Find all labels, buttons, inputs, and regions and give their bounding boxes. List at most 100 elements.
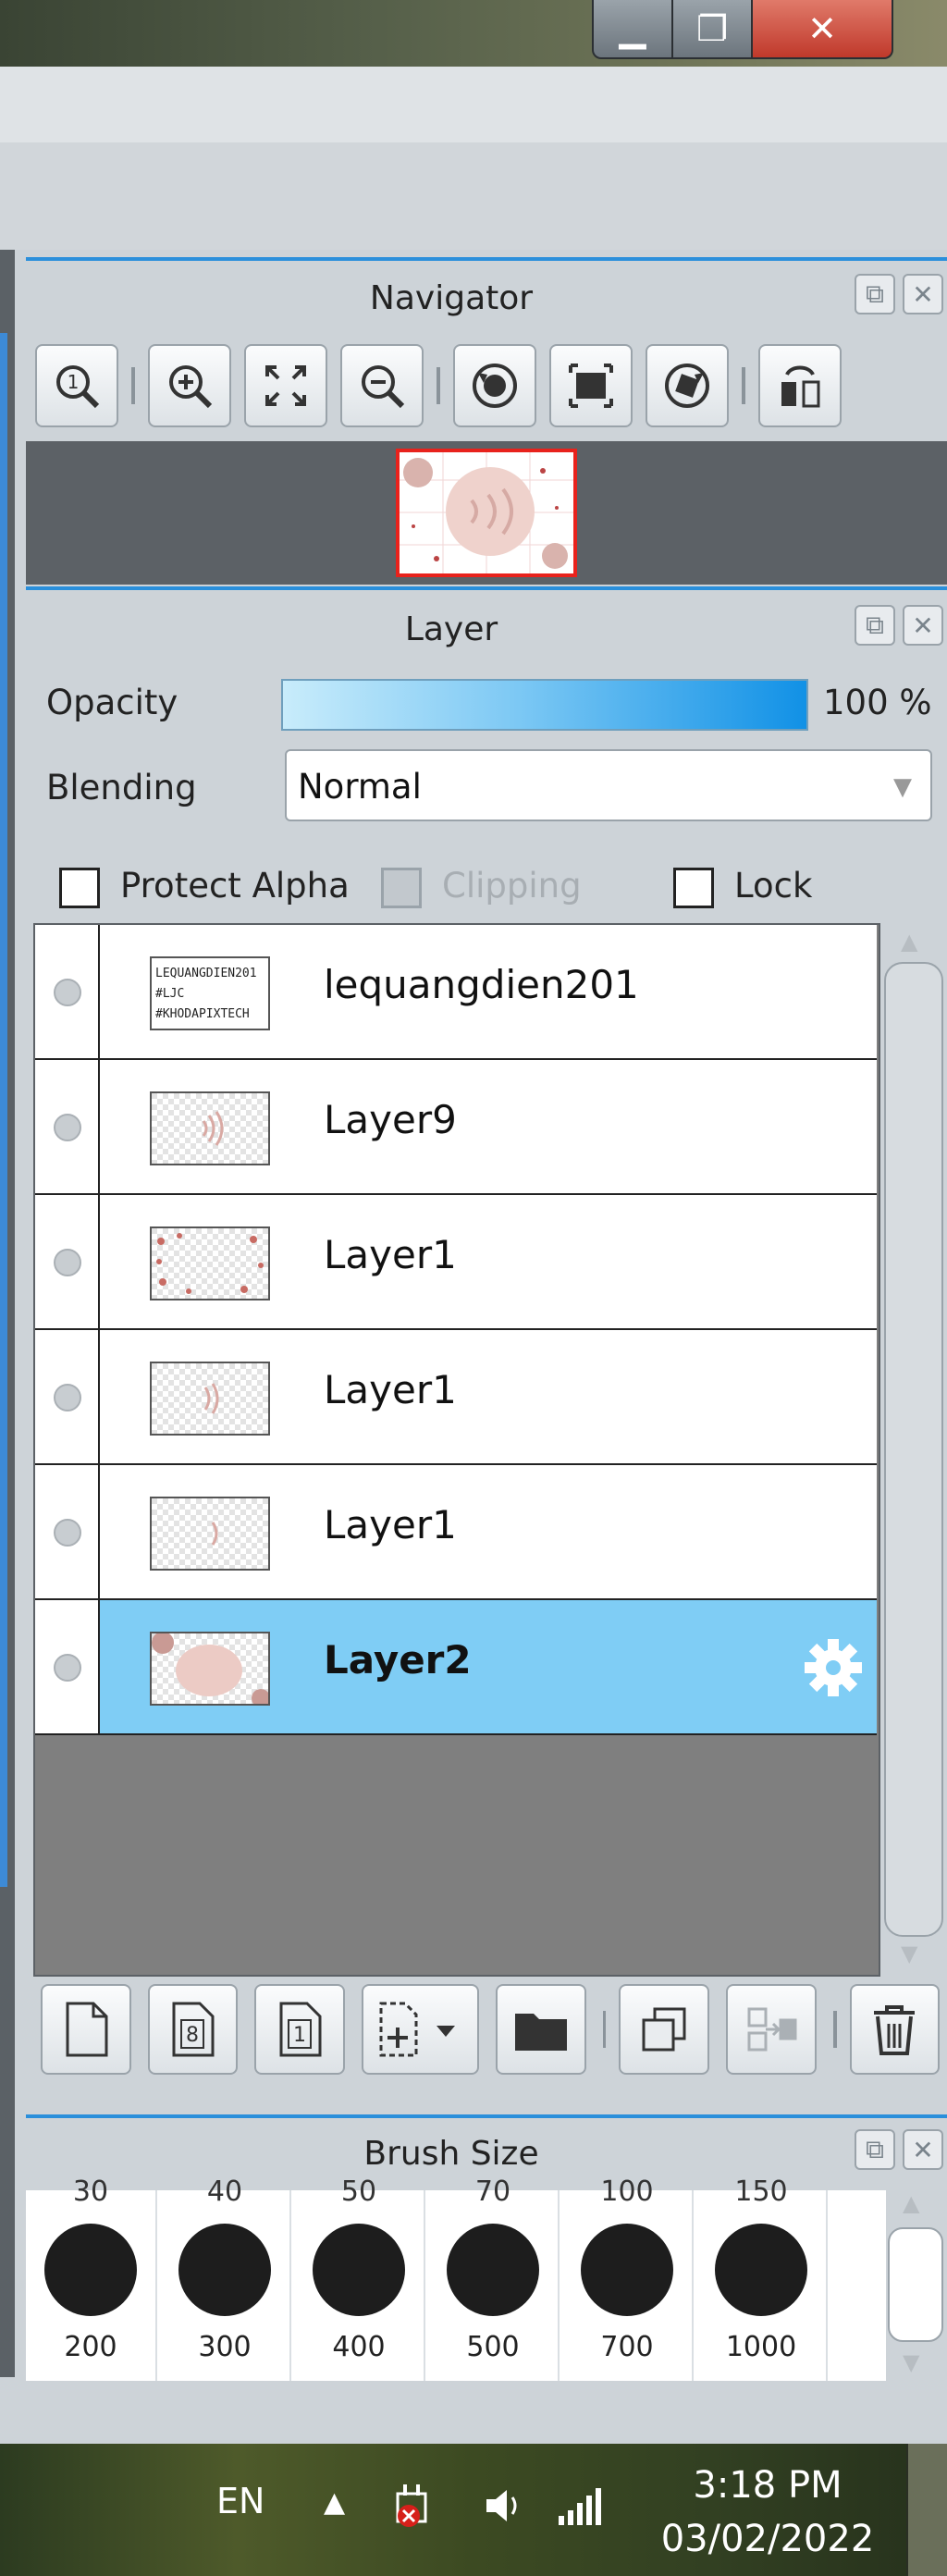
- brush-dot: [581, 2224, 673, 2316]
- flip-horizontal-icon[interactable]: [758, 344, 842, 427]
- opacity-label: Opacity: [46, 683, 178, 722]
- brush-size-value: 200: [64, 2331, 117, 2363]
- opacity-slider[interactable]: [281, 679, 808, 731]
- volume-icon[interactable]: [481, 2483, 527, 2529]
- brush-size-value: 1000: [725, 2331, 797, 2363]
- layer-thumbnail: [150, 1226, 270, 1300]
- scrollbar-thumb[interactable]: [884, 962, 943, 1937]
- brush-dot: [447, 2224, 539, 2316]
- zoom-in-icon[interactable]: [148, 344, 231, 427]
- clock-time: 3:18 PM: [693, 2464, 842, 2507]
- layer-row[interactable]: Layer1: [35, 1330, 877, 1465]
- brush-size-cell[interactable]: 150 1000: [696, 2175, 828, 2381]
- close-panel-icon[interactable]: ✕: [903, 605, 943, 646]
- brush-size-cell[interactable]: 30 200: [26, 2175, 157, 2381]
- zoom-actual-icon[interactable]: 1: [35, 344, 118, 427]
- thumb-text-1: LEQUANGDIEN201: [155, 967, 257, 980]
- brush-size-cell[interactable]: 100 700: [562, 2175, 694, 2381]
- brush-size-scrollbar[interactable]: ▲ ▼: [882, 2190, 943, 2381]
- layer-visibility-toggle[interactable]: [35, 925, 100, 1058]
- layer-visibility-toggle[interactable]: [35, 1195, 100, 1328]
- undock-icon[interactable]: ⧉: [855, 2129, 895, 2170]
- close-panel-icon[interactable]: ✕: [903, 2129, 943, 2170]
- brush-size-top-value: 150: [734, 2175, 788, 2208]
- scroll-down-icon[interactable]: ▼: [901, 1941, 917, 1966]
- layer-name: Layer1: [324, 1367, 457, 1412]
- brush-dot: [178, 2224, 271, 2316]
- scroll-up-icon[interactable]: ▲: [901, 929, 917, 955]
- navigator-preview-area[interactable]: [26, 441, 947, 585]
- new-8bit-layer-icon[interactable]: 8: [147, 1984, 239, 2075]
- fit-canvas-icon[interactable]: [549, 344, 633, 427]
- new-folder-icon[interactable]: [495, 1984, 586, 2075]
- undock-icon[interactable]: ⧉: [855, 274, 895, 314]
- layer-settings-gear-icon[interactable]: [803, 1637, 864, 1698]
- new-1bit-layer-icon[interactable]: 1: [254, 1984, 345, 2075]
- layer-row-selected[interactable]: Layer2: [35, 1600, 877, 1735]
- layer-visibility-toggle[interactable]: [35, 1600, 100, 1733]
- layer-thumbnail: [150, 1091, 270, 1165]
- clipping-label: Clipping: [442, 866, 582, 906]
- layer-visibility-toggle[interactable]: [35, 1330, 100, 1463]
- new-layer-icon[interactable]: [41, 1984, 131, 2075]
- network-signal-icon[interactable]: [555, 2484, 607, 2527]
- brush-size-cell[interactable]: 70 500: [428, 2175, 560, 2381]
- thumb-text-2: #LJC: [155, 987, 184, 1001]
- minimize-button[interactable]: ▁: [592, 0, 671, 59]
- layer-row[interactable]: Layer9: [35, 1060, 877, 1195]
- show-hidden-icons-icon[interactable]: ▲: [324, 2486, 345, 2519]
- svg-text:8: 8: [186, 2024, 199, 2047]
- brush-size-top-value: 50: [340, 2175, 377, 2208]
- fit-screen-icon[interactable]: [244, 344, 327, 427]
- brush-size-cell[interactable]: 50 400: [294, 2175, 425, 2381]
- brush-size-top-value: 40: [206, 2175, 243, 2208]
- lock-checkbox[interactable]: [673, 868, 714, 908]
- language-indicator[interactable]: EN: [216, 2481, 264, 2521]
- brush-size-cell[interactable]: 40 300: [160, 2175, 291, 2381]
- layer-thumbnail: [150, 1497, 270, 1571]
- scrollbar-thumb[interactable]: [888, 2227, 943, 2342]
- close-button[interactable]: ✕: [751, 0, 893, 59]
- brush-dot: [44, 2224, 137, 2316]
- add-layer-menu-icon[interactable]: [361, 1984, 479, 2075]
- delete-layer-icon[interactable]: [849, 1984, 941, 2075]
- layer-row[interactable]: Layer1: [35, 1195, 877, 1330]
- maximize-button[interactable]: ❐: [671, 0, 751, 59]
- protect-alpha-checkbox[interactable]: [59, 868, 100, 908]
- navigator-title: Navigator: [369, 279, 534, 317]
- toolbar-separator: [602, 2011, 607, 2048]
- power-icon[interactable]: [388, 2479, 440, 2531]
- duplicate-layer-icon[interactable]: [619, 1984, 710, 2075]
- canvas-edge: [0, 333, 7, 1887]
- close-panel-icon[interactable]: ✕: [903, 274, 943, 314]
- brush-size-value: 400: [332, 2331, 386, 2363]
- layer-list: LEQUANGDIEN201 #LJC #KHODAPIXTECH lequan…: [33, 923, 880, 1977]
- eye-icon: [54, 1114, 81, 1141]
- zoom-out-icon[interactable]: [340, 344, 424, 427]
- layer-list-scrollbar[interactable]: ▲ ▼: [884, 923, 943, 1973]
- navigator-thumbnail[interactable]: [396, 449, 577, 577]
- merge-layer-icon[interactable]: [726, 1984, 817, 2075]
- layer-visibility-toggle[interactable]: [35, 1465, 100, 1598]
- scroll-down-icon[interactable]: ▼: [903, 2349, 919, 2375]
- lock-label: Lock: [734, 866, 813, 906]
- undock-icon[interactable]: ⧉: [855, 605, 895, 646]
- brush-size-top-value: 70: [474, 2175, 511, 2208]
- blending-select[interactable]: Normal ▼: [285, 749, 932, 821]
- brush-dot: [313, 2224, 405, 2316]
- rotate-left-icon[interactable]: [453, 344, 536, 427]
- layer-row[interactable]: Layer1: [35, 1465, 877, 1600]
- taskbar: EN ▲ 3:18 PM 03/02/2022: [0, 2444, 947, 2576]
- opacity-value: 100 %: [823, 683, 932, 722]
- menu-bar: [0, 67, 947, 143]
- layer-row[interactable]: LEQUANGDIEN201 #LJC #KHODAPIXTECH lequan…: [35, 925, 877, 1060]
- eye-icon: [54, 979, 81, 1006]
- blending-value: Normal: [298, 767, 422, 807]
- show-desktop-button[interactable]: [906, 2444, 947, 2576]
- scroll-up-icon[interactable]: ▲: [903, 2190, 919, 2216]
- clock[interactable]: 3:18 PM 03/02/2022: [647, 2459, 888, 2566]
- layer-visibility-toggle[interactable]: [35, 1060, 100, 1193]
- rotate-right-icon[interactable]: [646, 344, 729, 427]
- app-toolbar: [0, 142, 947, 250]
- thumb-text-3: #KHODAPIXTECH: [155, 1007, 250, 1021]
